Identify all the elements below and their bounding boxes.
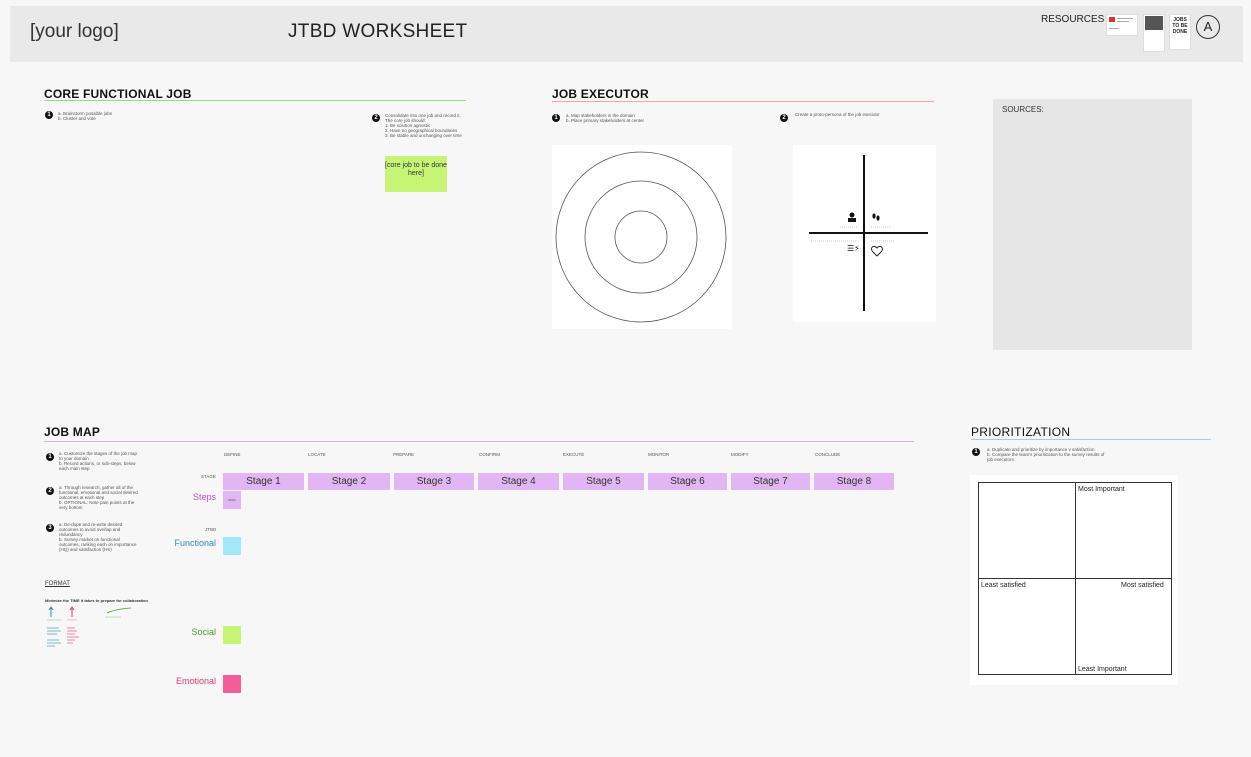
resource-thumb-pdf[interactable] [1106, 14, 1138, 36]
prioritization-title: PRIORITIZATION [971, 425, 1071, 439]
stage-header-4: CONFIRM [479, 452, 500, 457]
book-cover-text: JOBS TO BE DONE [1172, 17, 1188, 35]
stage-1-sticky[interactable]: Stage 1 [223, 473, 304, 490]
worksheet-title: JTBD WORKSHEET [288, 21, 468, 42]
step-sticky[interactable]: step [223, 491, 241, 509]
functional-row-label: Functional [174, 538, 216, 548]
resource-thumb-book[interactable]: JOBS TO BE DONE [1169, 14, 1191, 50]
steps-row-label: Steps [192, 492, 216, 502]
stage-7-sticky[interactable]: Stage 7 [731, 473, 810, 490]
jobmap-step-2-text: a. Through research, gather all of the f… [59, 485, 138, 510]
stage-6-sticky[interactable]: Stage 6 [648, 473, 727, 490]
social-sticky[interactable] [223, 626, 241, 644]
logo-placeholder[interactable]: [your logo] [30, 21, 119, 43]
grid-horizontal-axis [978, 578, 1172, 579]
stage-header-2: LOCATE [308, 452, 326, 457]
prioritization-step-1-text: a. Duplicate and prioritize by importanc… [987, 447, 1105, 462]
stage-4-sticky[interactable]: Stage 4 [478, 473, 559, 490]
emotional-row-label: Emotional [175, 676, 216, 686]
stage-3-sticky[interactable]: Stage 3 [394, 473, 474, 490]
functional-sticky[interactable] [223, 537, 241, 555]
core-job-title: CORE FUNCTIONAL JOB [44, 87, 192, 101]
stage-header-8: CONCLUDE [815, 452, 841, 457]
core-job-underline [44, 100, 466, 101]
proto-persona-card[interactable]: ☰⚡ [793, 145, 936, 322]
sources-label: SOURCES: [1002, 105, 1044, 114]
resource-thumb-article[interactable] [1143, 14, 1165, 52]
sources-panel[interactable] [993, 99, 1192, 350]
job-map-underline [44, 441, 914, 442]
stage-header-5: EXECUTE [563, 452, 585, 457]
stage-2-sticky[interactable]: Stage 2 [308, 473, 390, 490]
most-important-label: Most Important [1078, 486, 1125, 493]
persona-quadrant-icon: ☰⚡ [809, 155, 928, 311]
circle-a-logo-icon: A [1196, 15, 1220, 39]
format-example-text: Minimize the TIME it takes to prepare fo… [45, 598, 148, 603]
job-executor-title: JOB EXECUTOR [552, 87, 649, 101]
core-step-2-text: Consolidate into one job and record it. … [385, 113, 462, 138]
executor-step-1-text: a. Map stakeholders in the domain b. Pla… [566, 113, 645, 123]
pdf-icon [1109, 17, 1115, 22]
step-2-badge: 2 [780, 114, 788, 122]
resource-thumb-logo[interactable]: A [1193, 14, 1223, 50]
emotional-sticky[interactable] [223, 675, 241, 693]
job-executor-underline [552, 101, 934, 102]
step-3-badge: 3 [46, 524, 54, 532]
executor-step-2-text: Create a proto-persona of the job execut… [795, 112, 880, 117]
text-line [1109, 28, 1119, 29]
stage-5-sticky[interactable]: Stage 5 [563, 473, 644, 490]
format-example-diagram [45, 605, 155, 653]
core-job-sticky[interactable]: [core job to be done here] [385, 156, 447, 192]
jobmap-step-3-text: a. De-dupe and re-write desired outcomes… [59, 522, 137, 552]
stage-header-7: MODIFY [731, 452, 749, 457]
core-step-1-text: a. Brainstorm possible jobs b. Cluster a… [58, 111, 113, 121]
jobmap-step-1-text: a. Customize the stages of the job map t… [59, 451, 138, 471]
resources-label: RESOURCES [1041, 14, 1105, 25]
prioritization-underline [971, 439, 1211, 440]
step-1-badge: 1 [972, 448, 980, 456]
svg-text:☰⚡: ☰⚡ [847, 244, 860, 253]
social-row-label: Social [191, 627, 216, 637]
format-label: FORMAT [45, 581, 70, 587]
step-1-badge: 1 [552, 114, 560, 122]
image-icon [1145, 16, 1163, 30]
stakeholder-map[interactable] [552, 145, 732, 329]
format-arrows-icon [47, 606, 132, 647]
stakeholder-circles-icon [555, 151, 727, 323]
stage-header-3: PREPARE [393, 452, 415, 457]
stage-header-1: DEFINE [224, 452, 241, 457]
step-1-badge: 1 [46, 453, 54, 461]
text-line [1117, 21, 1129, 22]
least-important-label: Least Important [1078, 666, 1127, 673]
jtbd-label: JTBD [205, 527, 217, 532]
stage-row-label: STAGE [201, 474, 216, 479]
least-satisfied-label: Least satisfied [981, 582, 1026, 589]
step-2-badge: 2 [372, 114, 380, 122]
stage-8-sticky[interactable]: Stage 8 [814, 473, 894, 490]
text-line [1117, 18, 1133, 19]
step-2-badge: 2 [46, 487, 54, 495]
job-map-title: JOB MAP [44, 425, 101, 439]
step-1-badge: 1 [45, 111, 53, 119]
stage-header-6: MONITOR [648, 452, 670, 457]
most-satisfied-label: Most satisfied [1121, 582, 1164, 589]
